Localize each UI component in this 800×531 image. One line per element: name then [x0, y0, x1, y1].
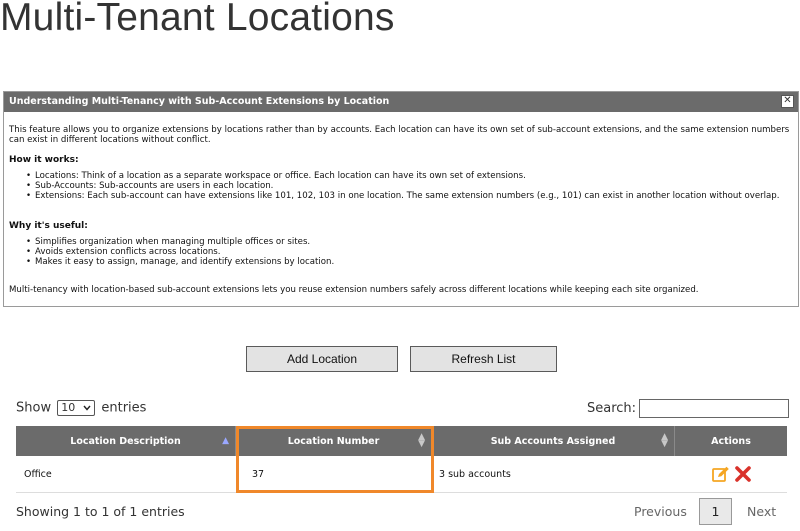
- column-header-location-description[interactable]: Location Description ▲: [16, 426, 236, 456]
- pagination-next-button[interactable]: Next: [747, 504, 776, 519]
- how-it-works-list: Locations: Think of a location as a sepa…: [9, 171, 793, 201]
- list-item: Avoids extension conflicts across locati…: [26, 247, 793, 257]
- page-title: Multi-Tenant Locations: [0, 0, 395, 39]
- info-summary: Multi-tenancy with location-based sub-ac…: [9, 285, 699, 295]
- locations-table: Location Description ▲ Location Number ▲…: [16, 426, 787, 493]
- sort-icon: ▲ ▼: [418, 432, 425, 449]
- cell-location-number: 37: [252, 468, 265, 480]
- info-intro: This feature allows you to organize exte…: [9, 125, 790, 145]
- add-location-button[interactable]: Add Location: [246, 346, 398, 372]
- cell-sub-accounts-assigned: 3 sub accounts: [439, 468, 511, 480]
- list-item: Extensions: Each sub-account can have ex…: [26, 191, 793, 201]
- list-item: Sub-Accounts: Sub-accounts are users in …: [26, 181, 793, 191]
- pagination-page-1[interactable]: 1: [699, 498, 732, 525]
- refresh-list-button[interactable]: Refresh List: [410, 346, 557, 372]
- sort-asc-icon: ▲: [222, 435, 229, 446]
- pagination-previous-button[interactable]: Previous: [634, 504, 687, 519]
- chevron-down-icon: [83, 401, 91, 420]
- page-length-control: Show 10 entries: [16, 400, 146, 416]
- why-useful-heading: Why it's useful:: [9, 221, 88, 231]
- column-header-sub-accounts-assigned[interactable]: Sub Accounts Assigned ▲ ▼: [432, 426, 675, 456]
- column-header-location-number[interactable]: Location Number ▲ ▼: [236, 426, 432, 456]
- search-input[interactable]: [639, 399, 789, 418]
- entries-label: entries: [101, 400, 147, 416]
- show-label: Show: [16, 400, 52, 416]
- why-useful-list: Simplifies organization when managing mu…: [9, 237, 793, 267]
- table-header-row: Location Description ▲ Location Number ▲…: [16, 426, 787, 456]
- cell-location-description: Office: [24, 468, 52, 480]
- list-item: Makes it easy to assign, manage, and ide…: [26, 257, 793, 267]
- cell-actions: [675, 456, 787, 492]
- list-item: Simplifies organization when managing mu…: [26, 237, 793, 247]
- info-dialog-body: This feature allows you to organize exte…: [4, 112, 798, 295]
- info-dialog-header: Understanding Multi-Tenancy with Sub-Acc…: [4, 92, 798, 112]
- search-label: Search:: [587, 401, 637, 416]
- table-row: Office 37 3 sub accounts: [16, 456, 787, 493]
- table-info: Showing 1 to 1 of 1 entries: [16, 504, 185, 519]
- page-length-select[interactable]: 10: [57, 400, 96, 416]
- close-icon[interactable]: ✕: [781, 95, 794, 108]
- delete-icon[interactable]: [734, 466, 751, 482]
- info-dialog-title: Understanding Multi-Tenancy with Sub-Acc…: [9, 96, 390, 107]
- info-dialog: Understanding Multi-Tenancy with Sub-Acc…: [3, 91, 799, 307]
- how-it-works-heading: How it works:: [9, 155, 79, 165]
- list-item: Locations: Think of a location as a sepa…: [26, 171, 793, 181]
- column-header-actions: Actions: [711, 435, 751, 447]
- edit-icon[interactable]: [711, 466, 729, 483]
- page-length-value: 10: [61, 401, 76, 414]
- sort-icon: ▲ ▼: [661, 432, 668, 449]
